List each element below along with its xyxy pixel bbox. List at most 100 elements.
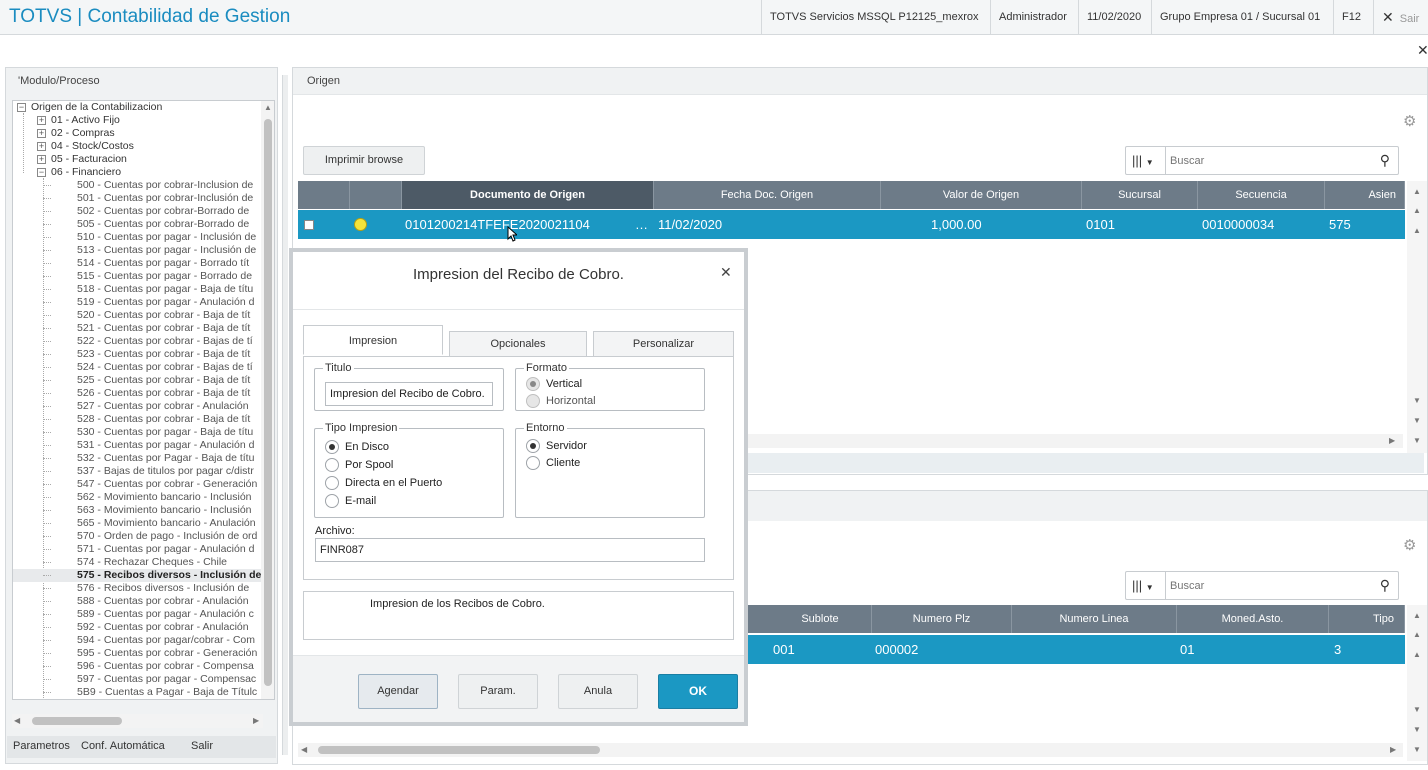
parametros-button[interactable]: Parametros — [13, 740, 70, 752]
anula-button[interactable]: Anula — [558, 674, 638, 709]
tree-item[interactable]: 505 - Cuentas por cobrar-Borrado de — [13, 218, 263, 231]
scroll-down-icon[interactable]: ▼ — [1413, 705, 1421, 714]
tree-item[interactable]: +02 - Compras — [13, 127, 263, 140]
tree-item[interactable]: 523 - Cuentas por cobrar - Baja de tít — [13, 348, 263, 361]
column-header-secuencia[interactable]: Secuencia — [1198, 181, 1325, 209]
agendar-button[interactable]: Agendar — [358, 674, 438, 709]
titulo-input[interactable]: Impresion del Recibo de Cobro. — [325, 382, 493, 406]
tree-item[interactable]: 526 - Cuentas por cobrar - Baja de tít — [13, 387, 263, 400]
panel-splitter[interactable] — [282, 75, 288, 755]
column-header-fecha[interactable]: Fecha Doc. Origen — [654, 181, 881, 209]
por-spool-radio[interactable] — [325, 458, 339, 472]
scroll-thumb[interactable] — [318, 746, 600, 754]
column-header-select[interactable] — [298, 181, 350, 209]
column-header-tipo[interactable]: Tipo — [1329, 605, 1405, 633]
row-checkbox[interactable] — [304, 220, 314, 230]
formato-horizontal-radio[interactable] — [526, 394, 540, 408]
scroll-down-icon[interactable]: ▼ — [1413, 396, 1421, 405]
tree-item[interactable]: 502 - Cuentas por cobrar-Borrado de — [13, 205, 263, 218]
en-disco-radio[interactable] — [325, 440, 339, 454]
scroll-bottom-icon[interactable]: ▼ — [1413, 436, 1421, 445]
tree-item[interactable]: +01 - Activo Fijo — [13, 114, 263, 127]
tree-item[interactable]: −06 - Financiero — [13, 166, 263, 179]
tree-item[interactable]: 530 - Cuentas por pagar - Baja de títu — [13, 426, 263, 439]
tree-item[interactable]: +04 - Stock/Costos — [13, 140, 263, 153]
scroll-up-icon[interactable]: ▲ — [1413, 650, 1421, 659]
conf-automatica-button[interactable]: Conf. Automática — [81, 740, 165, 752]
tree-item[interactable]: 575 - Recibos diversos - Inclusión de r — [13, 569, 263, 582]
tree-horizontal-scrollbar[interactable]: ◀ ▶ — [12, 714, 263, 728]
tab-personalizar[interactable]: Personalizar — [593, 331, 734, 357]
tree-item[interactable]: 514 - Cuentas por pagar - Borrado tít — [13, 257, 263, 270]
search-icon[interactable]: ⚲ — [1380, 577, 1390, 594]
column-header-sucursal[interactable]: Sucursal — [1082, 181, 1198, 209]
column-header-sublote[interactable]: Sublote — [769, 605, 872, 633]
tree-item[interactable]: 528 - Cuentas por cobrar - Baja de tít — [13, 413, 263, 426]
scroll-page-up-icon[interactable]: ▲ — [1413, 630, 1421, 639]
collapse-icon[interactable]: − — [37, 168, 46, 177]
scroll-top-icon[interactable]: ▲ — [1413, 611, 1421, 620]
grid-vertical-scrollbar[interactable]: ▲ ▲ ▲ ▼ ▼ ▼ — [1407, 181, 1427, 453]
tree-item[interactable]: 531 - Cuentas por pagar - Anulación d — [13, 439, 263, 452]
scroll-thumb[interactable] — [32, 717, 122, 725]
tree-item[interactable]: 565 - Movimiento bancario - Anulación — [13, 517, 263, 530]
tree-item[interactable]: 576 - Recibos diversos - Inclusión de — [13, 582, 263, 595]
tree-item[interactable]: 513 - Cuentas por pagar - Inclusión de — [13, 244, 263, 257]
tab-opcionales[interactable]: Opcionales — [449, 331, 587, 357]
tab-impresion[interactable]: Impresion — [303, 325, 443, 355]
archivo-input[interactable]: FINR087 — [315, 538, 705, 562]
tree-item[interactable]: 522 - Cuentas por cobrar - Bajas de tí — [13, 335, 263, 348]
f12-shortcut[interactable]: F12 — [1333, 0, 1369, 35]
tree-item[interactable]: − Origen de la Contabilizacion — [13, 101, 263, 114]
cliente-radio[interactable] — [526, 456, 540, 470]
scroll-page-up-icon[interactable]: ▲ — [1413, 206, 1421, 215]
scroll-page-down-icon[interactable]: ▼ — [1413, 416, 1421, 425]
gear-icon[interactable]: ⚙ — [1403, 112, 1416, 130]
scroll-right-icon[interactable]: ▶ — [253, 716, 259, 725]
tree-item[interactable]: 588 - Cuentas por cobrar - Anulación — [13, 595, 263, 608]
tree-item[interactable]: 532 - Cuentas por Pagar - Baja de títu — [13, 452, 263, 465]
column-header-valor[interactable]: Valor de Origen — [881, 181, 1082, 209]
tree-item[interactable]: 520 - Cuentas por cobrar - Baja de tít — [13, 309, 263, 322]
scroll-left-icon[interactable]: ◀ — [301, 745, 307, 754]
tree-item[interactable]: 571 - Cuentas por pagar - Anulación d — [13, 543, 263, 556]
gear-icon[interactable]: ⚙ — [1403, 536, 1416, 554]
scroll-left-icon[interactable]: ◀ — [14, 716, 20, 725]
tree-item[interactable]: 518 - Cuentas por pagar - Baja de títu — [13, 283, 263, 296]
grid-horizontal-scrollbar[interactable]: ▶ — [748, 434, 1403, 448]
tree-item[interactable]: 592 - Cuentas por cobrar - Anulación — [13, 621, 263, 634]
tree-item[interactable]: +05 - Facturacion — [13, 153, 263, 166]
expand-icon[interactable]: + — [37, 155, 46, 164]
tree-item[interactable]: 500 - Cuentas por cobrar-Inclusion de — [13, 179, 263, 192]
param-button[interactable]: Param. — [458, 674, 538, 709]
email-radio[interactable] — [325, 494, 339, 508]
company-label[interactable]: Grupo Empresa 01 / Sucursal 01 — [1151, 0, 1328, 35]
scroll-thumb[interactable] — [264, 119, 272, 686]
column-header-asiento[interactable]: Asien — [1325, 181, 1405, 209]
column-header-numero-linea[interactable]: Numero Linea — [1012, 605, 1177, 633]
table-row[interactable]: 001 000002 01 3 — [748, 635, 1405, 664]
process-tree[interactable]: − Origen de la Contabilizacion +01 - Activ… — [12, 100, 275, 700]
collapse-icon[interactable]: − — [17, 103, 26, 112]
tree-item[interactable]: 597 - Cuentas por pagar - Compensac — [13, 673, 263, 686]
columns-menu[interactable]: ||| ▼ — [1126, 147, 1166, 174]
columns-menu[interactable]: ||| ▼ — [1126, 572, 1166, 599]
tree-item[interactable]: 563 - Movimiento bancario - Inclusión — [13, 504, 263, 517]
tree-item[interactable]: 547 - Cuentas por cobrar - Generación — [13, 478, 263, 491]
tree-item[interactable]: 574 - Rechazar Cheques - Chile — [13, 556, 263, 569]
tree-item[interactable]: 524 - Cuentas por cobrar - Bajas de tí — [13, 361, 263, 374]
user-label[interactable]: Administrador — [990, 0, 1075, 35]
scroll-top-icon[interactable]: ▲ — [1413, 187, 1421, 196]
salir-button[interactable]: Salir — [191, 740, 213, 752]
tree-item[interactable]: 5BA - Cuentas a Pagar - Baja de Títulc — [13, 699, 263, 700]
ok-button[interactable]: OK — [658, 674, 738, 709]
tree-item[interactable]: 537 - Bajas de titulos por pagar c/distr — [13, 465, 263, 478]
scroll-right-icon[interactable]: ▶ — [1389, 436, 1395, 445]
scroll-page-down-icon[interactable]: ▼ — [1413, 725, 1421, 734]
grid-vertical-scrollbar[interactable]: ▲ ▲ ▲ ▼ ▼ ▼ — [1407, 605, 1427, 761]
expand-icon[interactable]: + — [37, 116, 46, 125]
scroll-bottom-icon[interactable]: ▼ — [1413, 745, 1421, 754]
grid-horizontal-scrollbar[interactable]: ◀ ▶ — [298, 743, 1403, 757]
tree-item[interactable]: 595 - Cuentas por cobrar - Generación — [13, 647, 263, 660]
close-icon[interactable]: ✕ — [720, 264, 732, 281]
